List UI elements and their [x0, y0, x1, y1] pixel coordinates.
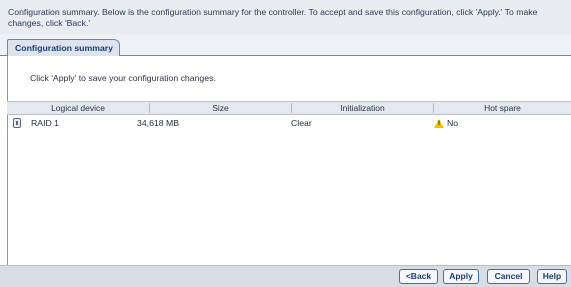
logical-device-initialization: Clear — [291, 118, 312, 128]
back-button[interactable]: <Back — [399, 269, 438, 284]
disk-icon — [13, 118, 21, 128]
logical-device-name: RAID 1 — [31, 118, 60, 128]
summary-panel — [7, 56, 571, 265]
column-header-initialization[interactable]: Initialization — [292, 102, 433, 114]
column-header-hot-spare[interactable]: Hot spare — [434, 102, 571, 114]
tab-configuration-summary[interactable]: Configuration summary — [7, 39, 120, 56]
apply-button[interactable]: Apply — [443, 269, 479, 284]
table-header: Logical device Size Initialization Hot s… — [7, 101, 571, 115]
table-row[interactable]: RAID 1 34,618 MB Clear ! No — [7, 116, 571, 130]
column-header-logical-device[interactable]: Logical device — [7, 102, 149, 114]
apply-hint: Click 'Apply' to save your configuration… — [30, 73, 216, 83]
column-header-size[interactable]: Size — [150, 102, 291, 114]
instructions-text: Configuration summary. Below is the conf… — [8, 7, 538, 28]
button-bar — [0, 265, 571, 287]
logical-device-size: 34,618 MB — [137, 118, 180, 128]
warning-icon-mark: ! — [438, 121, 440, 127]
help-button[interactable]: Help — [537, 269, 567, 284]
logical-device-hot-spare: No — [447, 118, 459, 128]
cancel-button[interactable]: Cancel — [487, 269, 530, 284]
instructions-banner: Configuration summary. Below is the conf… — [0, 0, 571, 35]
